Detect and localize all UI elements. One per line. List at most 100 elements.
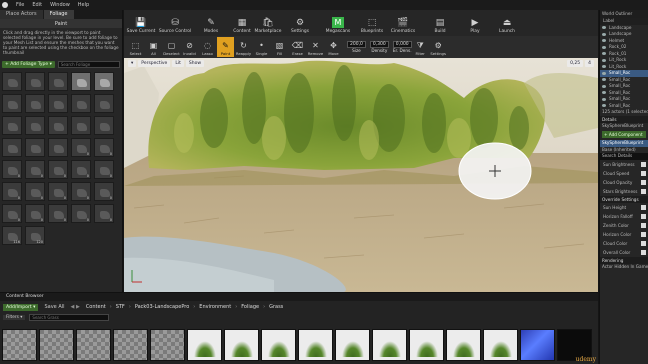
detail-property[interactable]: Horizon Color xyxy=(600,230,648,239)
asset-thumbnail[interactable] xyxy=(150,329,185,361)
menu-file[interactable]: File xyxy=(16,2,24,8)
visibility-eye-icon[interactable] xyxy=(602,84,606,88)
menu-edit[interactable]: Edit xyxy=(32,2,42,8)
detail-property[interactable]: Stars Brightness xyxy=(600,187,648,196)
foliage-tile[interactable] xyxy=(94,94,114,113)
menu-window[interactable]: Window xyxy=(50,2,70,8)
foliage-tile[interactable] xyxy=(2,116,22,135)
content-browser-tab[interactable]: Content Browser xyxy=(0,293,598,301)
visibility-eye-icon[interactable] xyxy=(602,97,606,101)
mode-single-button[interactable]: • Single xyxy=(253,37,270,57)
foliage-tile[interactable] xyxy=(71,94,91,113)
foliage-tile[interactable]: 0 xyxy=(48,204,68,223)
foliage-tile[interactable]: 0 xyxy=(94,160,114,179)
mode-deselect-button[interactable]: ▢ Deselect xyxy=(163,37,180,57)
save-all-button[interactable]: Save All xyxy=(44,304,64,310)
asset-thumbnail[interactable] xyxy=(372,329,407,361)
viewport-options-button[interactable]: ▾ xyxy=(128,60,137,67)
asset-thumbnail[interactable] xyxy=(261,329,296,361)
lit-button[interactable]: Lit xyxy=(172,60,184,67)
foliage-tile[interactable]: 0 xyxy=(94,182,114,201)
blueprints-button[interactable]: ⬚ Blueprints xyxy=(358,17,386,35)
asset-thumbnail[interactable] xyxy=(187,329,222,361)
perspective-button[interactable]: Perspective xyxy=(138,60,171,67)
asset-thumbnail[interactable] xyxy=(39,329,74,361)
foliage-tile[interactable] xyxy=(2,138,22,157)
property-value-swatch[interactable] xyxy=(641,179,646,185)
foliage-tile[interactable] xyxy=(48,72,68,91)
breadcrumb-item[interactable]: Foliage xyxy=(241,304,259,310)
launch-button[interactable]: ⏏ Launch xyxy=(490,17,524,35)
asset-thumbnail[interactable] xyxy=(76,329,111,361)
foliage-tile[interactable] xyxy=(25,94,45,113)
actor-hidden-label[interactable]: Actor Hidden In Game xyxy=(600,264,648,271)
build-button[interactable]: ▤ Build xyxy=(420,17,460,35)
visibility-eye-icon[interactable] xyxy=(602,32,606,36)
foliage-tile[interactable]: 0 xyxy=(48,182,68,201)
density-value[interactable]: 0,300 xyxy=(369,41,389,48)
property-value-swatch[interactable] xyxy=(641,188,646,194)
size-value[interactable]: 200,0 xyxy=(347,41,366,48)
property-value-swatch[interactable] xyxy=(641,231,646,237)
erase-field[interactable]: 0,000 Er. Dens. xyxy=(392,41,412,53)
asset-thumbnail[interactable] xyxy=(446,329,481,361)
filters-button[interactable]: Filters ▾ xyxy=(3,314,26,320)
mode-all-button[interactable]: ▣ All xyxy=(145,37,162,57)
visibility-eye-icon[interactable] xyxy=(602,65,606,68)
add-component-button[interactable]: + Add Component xyxy=(602,131,646,138)
detail-property[interactable]: Zenith Color xyxy=(600,221,648,230)
asset-thumbnail[interactable] xyxy=(224,329,259,361)
foliage-tile[interactable]: 0 xyxy=(25,182,45,201)
foliage-tile[interactable] xyxy=(25,116,45,135)
erase-value[interactable]: 0,000 xyxy=(392,41,412,48)
foliage-tile[interactable]: 0 xyxy=(2,204,22,223)
tab-place-actors[interactable]: Place Actors xyxy=(0,10,43,19)
foliage-tile[interactable]: 0 xyxy=(71,160,91,179)
visibility-eye-icon[interactable] xyxy=(602,39,606,42)
foliage-tile[interactable] xyxy=(71,72,91,91)
foliage-tile[interactable] xyxy=(25,138,45,157)
settings-button[interactable]: ⚙ Settings xyxy=(282,17,318,35)
visibility-eye-icon[interactable] xyxy=(602,58,606,62)
visibility-eye-icon[interactable] xyxy=(602,52,606,55)
show-button[interactable]: Show xyxy=(185,60,205,67)
breadcrumb-item[interactable]: Pack03-LandscapePro xyxy=(135,304,189,310)
foliage-tile[interactable] xyxy=(48,94,68,113)
detail-property[interactable]: Cloud Speed xyxy=(600,169,648,178)
content-search-input[interactable]: Search Grass xyxy=(29,313,110,321)
foliage-tile[interactable] xyxy=(94,116,114,135)
asset-thumbnail[interactable] xyxy=(113,329,148,361)
property-value-swatch[interactable] xyxy=(641,249,646,255)
foliage-tile[interactable] xyxy=(48,138,68,157)
detail-property[interactable]: Cloud Opacity xyxy=(600,178,648,187)
add-import-button[interactable]: Add/Import ▾ xyxy=(3,303,39,311)
mode-filter-button[interactable]: ⧩ Filter xyxy=(412,37,429,57)
menu-help[interactable]: Help xyxy=(78,2,89,8)
mode-reapply-button[interactable]: ↻ Reapply xyxy=(235,37,252,57)
foliage-search-input[interactable]: Search Foliage xyxy=(57,60,120,68)
mode-invalid-button[interactable]: ⊘ Invalid xyxy=(181,37,198,57)
property-value-swatch[interactable] xyxy=(641,161,646,167)
mode-move-button[interactable]: ✥ Move xyxy=(325,37,342,57)
megascans-button[interactable]: M Megascans xyxy=(318,17,358,34)
breadcrumb-item[interactable]: STF xyxy=(116,304,125,310)
foliage-tile[interactable]: 0 xyxy=(2,182,22,201)
foliage-tile[interactable]: 0 xyxy=(71,204,91,223)
foliage-tile[interactable]: 116 xyxy=(2,226,22,245)
foliage-tile[interactable]: 0 xyxy=(2,160,22,179)
visibility-eye-icon[interactable] xyxy=(602,78,606,81)
detail-property[interactable]: Sun Brightness xyxy=(600,160,648,169)
detail-property[interactable]: Sun Height xyxy=(600,203,648,212)
mode-erase-button[interactable]: ⌫ Erase xyxy=(289,37,306,57)
visibility-eye-icon[interactable] xyxy=(602,26,606,29)
asset-thumbnail[interactable] xyxy=(2,329,37,361)
viewport-scene[interactable] xyxy=(124,58,598,292)
source-control-button[interactable]: ⛁ Source Control xyxy=(158,17,192,35)
asset-thumbnail[interactable] xyxy=(298,329,333,361)
play-button[interactable]: ▶ Play xyxy=(460,17,490,35)
detail-property[interactable]: Horizon Falloff xyxy=(600,212,648,221)
foliage-tile[interactable]: 0 xyxy=(71,182,91,201)
visibility-eye-icon[interactable] xyxy=(602,104,606,107)
foliage-tile[interactable]: 0 xyxy=(94,204,114,223)
details-search-input[interactable]: Search Details xyxy=(600,153,648,160)
